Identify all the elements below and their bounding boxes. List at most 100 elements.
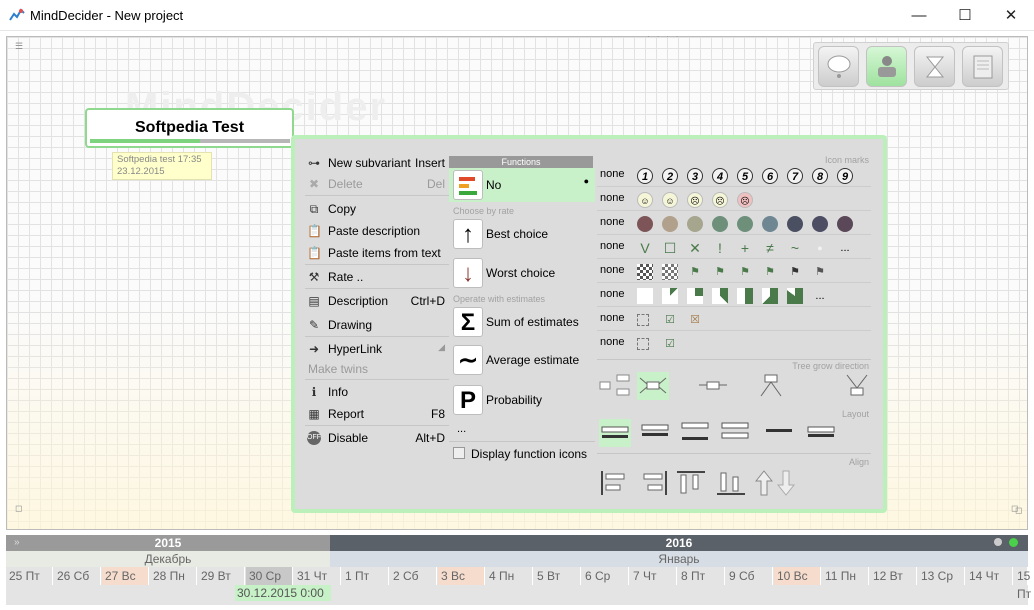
number-3-icon[interactable]: 3	[687, 168, 703, 184]
number-2-icon[interactable]: 2	[662, 168, 678, 184]
more-symbols[interactable]: ...	[837, 240, 853, 256]
layout-5-button[interactable]	[763, 419, 795, 447]
timer-view-button[interactable]	[914, 46, 955, 87]
plus-icon[interactable]: +	[737, 240, 753, 256]
progress-icon[interactable]	[687, 288, 703, 304]
icon-none-option[interactable]: none	[600, 264, 624, 276]
color-dot-icon[interactable]	[762, 216, 778, 232]
menu-item-delete[interactable]: ✖ Delete Del	[305, 174, 449, 194]
icon-none-option[interactable]: none	[600, 192, 624, 204]
checkbox-empty-icon[interactable]	[637, 338, 649, 350]
move-down-button[interactable]	[776, 469, 796, 497]
exclamation-icon[interactable]: !	[712, 240, 728, 256]
checkered-flag-icon[interactable]	[662, 264, 678, 280]
not-equal-icon[interactable]: ≠	[762, 240, 778, 256]
sad-face-icon[interactable]: ☹	[712, 192, 728, 208]
maximize-button[interactable]: ☐	[942, 0, 988, 31]
decide-view-button[interactable]	[866, 46, 907, 87]
layout-1-button[interactable]	[599, 419, 631, 447]
menu-item-report[interactable]: ▦ Report F8	[305, 404, 449, 424]
close-button[interactable]: ✕	[988, 0, 1034, 31]
progress-icon[interactable]	[737, 288, 753, 304]
layout-6-button[interactable]	[805, 419, 837, 447]
checkbox-checked-icon[interactable]: ☑	[662, 312, 678, 328]
timeline-day[interactable]: 27 Вс	[102, 567, 149, 585]
checkered-flag-icon[interactable]	[637, 264, 653, 280]
flag-icon[interactable]: ⚑	[762, 264, 778, 280]
menu-item-hyperlink[interactable]: ➜ HyperLink ◢	[305, 339, 449, 359]
grow-down-button[interactable]	[755, 372, 787, 400]
timeline-day[interactable]: 14 Чт	[966, 567, 1013, 585]
number-4-icon[interactable]: 4	[712, 168, 728, 184]
timeline-day[interactable]: 15 Пт	[1014, 567, 1031, 601]
tilde-mark-icon[interactable]: ~	[787, 240, 803, 256]
more-progress[interactable]: ...	[812, 288, 828, 304]
angry-face-icon[interactable]: ☹	[737, 192, 753, 208]
move-up-button[interactable]	[754, 469, 774, 497]
menu-item-description[interactable]: ▤ Description Ctrl+D	[305, 291, 449, 311]
timeline-day[interactable]: 10 Вс	[774, 567, 821, 585]
menu-item-drawing[interactable]: ✎ Drawing	[305, 315, 449, 335]
icon-none-option[interactable]: none	[600, 240, 624, 252]
neutral-face-icon[interactable]: ☹	[687, 192, 703, 208]
color-dot-icon[interactable]	[737, 216, 753, 232]
function-best-choice[interactable]: ↑ Best choice	[449, 217, 595, 251]
grow-right-button[interactable]	[599, 372, 631, 400]
align-bottom-button[interactable]	[715, 469, 747, 497]
function-sum-of-estimates[interactable]: Σ Sum of estimates	[449, 305, 595, 339]
function-probability[interactable]: P Probability	[449, 383, 595, 417]
align-left-button[interactable]	[599, 469, 631, 497]
timeline-day[interactable]: 13 Ср	[918, 567, 965, 585]
check-v-icon[interactable]: V	[637, 240, 653, 256]
layout-3-button[interactable]	[679, 419, 711, 447]
function-average-estimate[interactable]: ∼ Average estimate	[449, 343, 595, 377]
timeline-day[interactable]: 8 Пт	[678, 567, 725, 585]
timeline-status-icon[interactable]	[1009, 538, 1018, 547]
checkbox-checked-icon[interactable]: ☑	[662, 336, 678, 352]
grow-up-button[interactable]	[841, 372, 873, 400]
color-dot-icon[interactable]	[637, 216, 653, 232]
mind-map-node[interactable]: Softpedia Test	[85, 108, 294, 148]
timeline-day[interactable]: 6 Ср	[582, 567, 629, 585]
timeline-day[interactable]: 2 Сб	[390, 567, 437, 585]
timeline-day[interactable]: 28 Пн	[150, 567, 197, 585]
timeline-day[interactable]: 4 Пн	[486, 567, 533, 585]
timeline-day[interactable]: 1 Пт	[342, 567, 389, 585]
timeline-day[interactable]: 11 Пн	[822, 567, 869, 585]
menu-item-new-subvariant[interactable]: ⊶ New subvariant Insert	[305, 153, 449, 173]
timeline-day[interactable]: 9 Сб	[726, 567, 773, 585]
number-7-icon[interactable]: 7	[787, 168, 803, 184]
icon-none-option[interactable]: none	[600, 288, 624, 300]
layout-2-button[interactable]	[639, 419, 671, 447]
align-top-button[interactable]	[675, 469, 707, 497]
color-dot-icon[interactable]	[687, 216, 703, 232]
timeline-day[interactable]: 30 Ср	[246, 567, 293, 585]
number-1-icon[interactable]: 1	[637, 168, 653, 184]
progress-icon[interactable]	[662, 288, 678, 304]
white-dot-icon[interactable]: ●	[812, 240, 828, 256]
timeline-selected-date[interactable]: 30.12.2015 0:00	[235, 585, 331, 601]
minimize-button[interactable]: —	[896, 0, 942, 31]
flag-icon[interactable]: ⚑	[787, 264, 803, 280]
menu-item-copy[interactable]: ⧉ Copy	[305, 199, 449, 219]
icon-none-option[interactable]: none	[600, 312, 624, 324]
menu-item-make-twins[interactable]: Make twins	[305, 359, 449, 379]
flag-icon[interactable]: ⚑	[687, 264, 703, 280]
color-dot-icon[interactable]	[662, 216, 678, 232]
checkbox-crossed-icon[interactable]: ☒	[687, 312, 703, 328]
icon-none-option[interactable]: none	[600, 216, 624, 228]
icon-none-option[interactable]: none	[600, 336, 624, 348]
menu-item-disable[interactable]: OFF Disable Alt+D	[305, 428, 449, 448]
number-6-icon[interactable]: 6	[762, 168, 778, 184]
icon-none-option[interactable]: none	[600, 168, 624, 180]
report-view-button[interactable]	[962, 46, 1003, 87]
timeline-day[interactable]: 12 Вт	[870, 567, 917, 585]
timeline-day[interactable]: 29 Вт	[198, 567, 245, 585]
progress-icon[interactable]	[787, 288, 803, 304]
menu-item-info[interactable]: ℹ Info	[305, 382, 449, 402]
align-right-button[interactable]	[637, 469, 669, 497]
number-8-icon[interactable]: 8	[812, 168, 828, 184]
timeline-day[interactable]: 5 Вт	[534, 567, 581, 585]
progress-icon[interactable]	[712, 288, 728, 304]
timeline-dot-icon[interactable]	[994, 538, 1002, 546]
